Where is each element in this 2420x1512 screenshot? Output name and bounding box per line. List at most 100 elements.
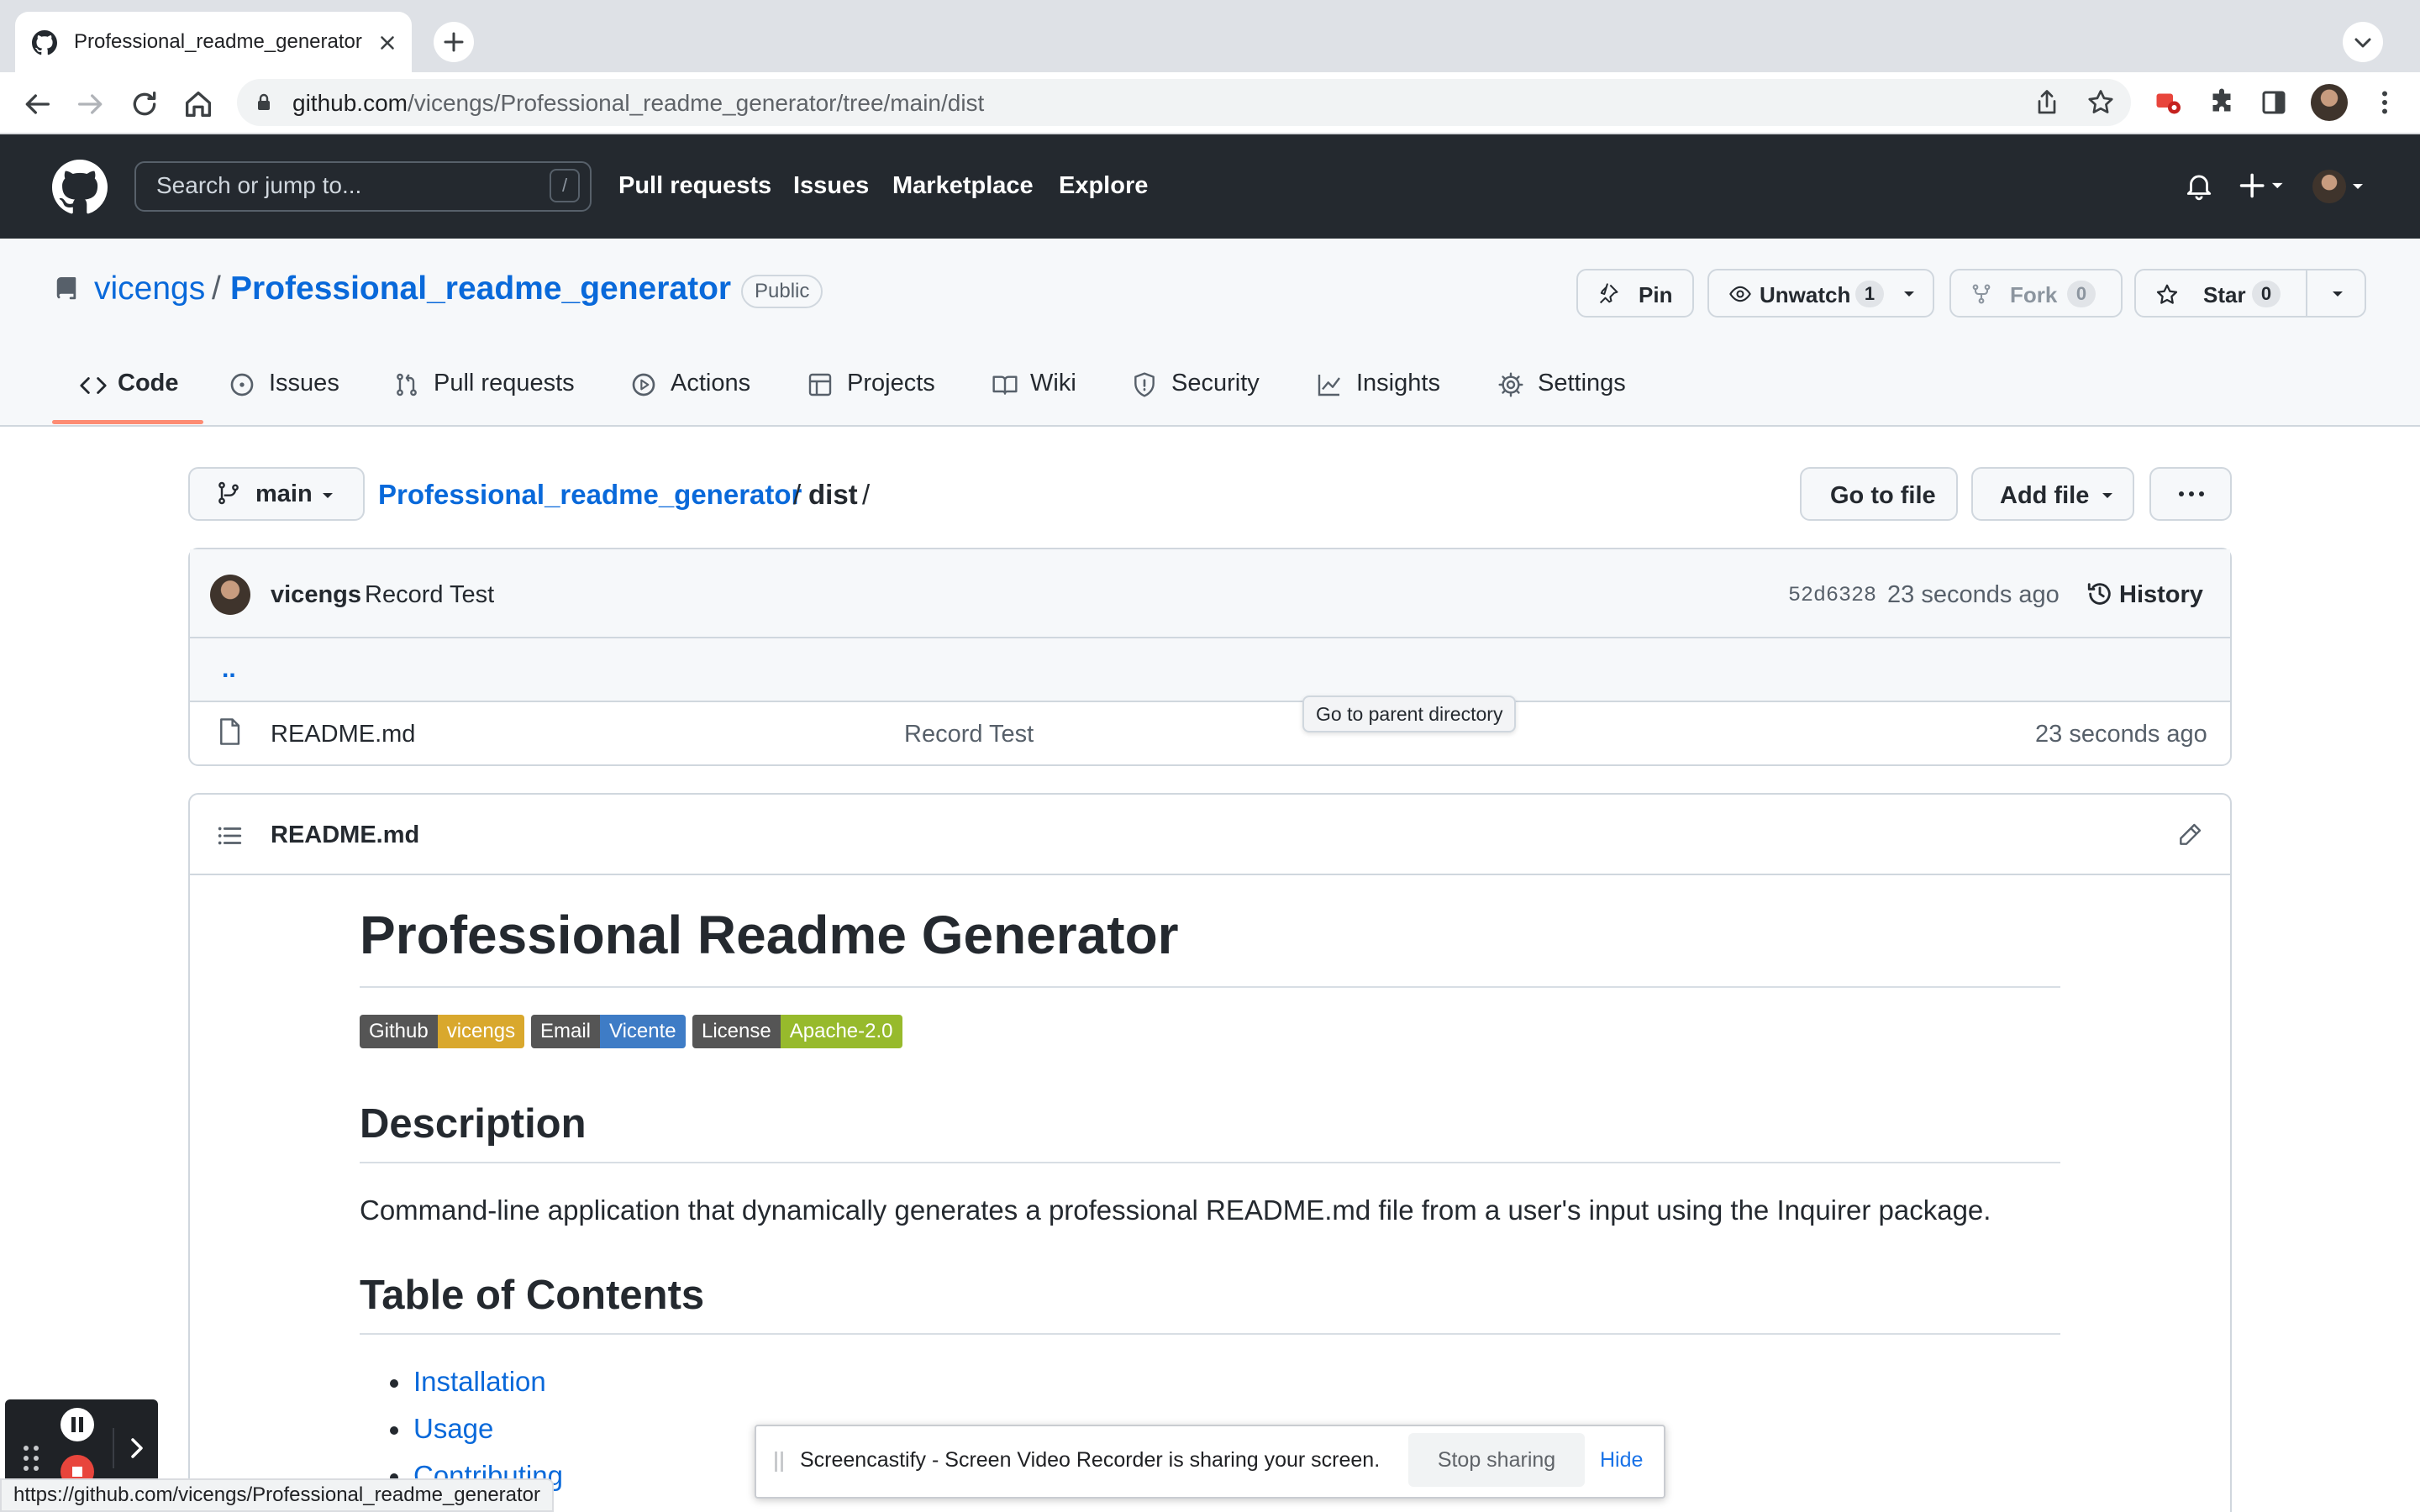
tab-insights-label: Insights [1356, 370, 1440, 396]
new-tab-icon[interactable] [434, 22, 474, 62]
screencastify-extension-icon[interactable] [2153, 87, 2183, 118]
email-badge[interactable]: Email Vicente [531, 1015, 686, 1048]
nav-marketplace[interactable]: Marketplace [892, 172, 1034, 200]
commit-message[interactable]: Record Test [365, 581, 494, 609]
chevron-right-icon[interactable] [113, 1428, 156, 1468]
extensions-puzzle-icon[interactable] [2207, 87, 2237, 118]
parent-directory-link[interactable]: .. [222, 655, 236, 684]
create-new-plus-icon[interactable] [2238, 170, 2292, 202]
heading-rule [360, 986, 2060, 988]
history-link[interactable]: History [2119, 581, 2203, 609]
repo-name-link[interactable]: Professional_readme_generator [230, 270, 731, 307]
stop-recording-icon[interactable] [59, 1453, 96, 1478]
notifications-bell-icon[interactable] [2183, 170, 2215, 202]
status-bar-url: https://github.com/vicengs/Professional_… [0, 1478, 555, 1512]
file-commit-time: 23 seconds ago [2035, 721, 2207, 748]
share-bar-drag-icon[interactable] [773, 1450, 785, 1473]
repo-icon [54, 277, 79, 302]
browser-tab-title: Professional_readme_generator [74, 30, 362, 53]
readme-title: Professional Readme Generator [360, 905, 1179, 965]
stop-sharing-button[interactable]: Stop sharing [1408, 1433, 1585, 1487]
tab-code-label: Code [118, 370, 179, 396]
home-icon[interactable] [182, 87, 215, 121]
user-avatar-menu[interactable] [2312, 170, 2346, 203]
user-menu-caret-icon[interactable] [2349, 180, 2366, 193]
wiki-book-icon [992, 371, 1018, 398]
fork-button[interactable]: Fork 0 [1949, 269, 2123, 318]
pin-button[interactable]: Pin [1576, 269, 1694, 318]
visibility-badge: Public [741, 275, 823, 308]
watch-label: Unwatch [1760, 282, 1851, 307]
address-text[interactable]: github.com/vicengs/Professional_readme_g… [292, 90, 984, 117]
reload-icon[interactable] [128, 87, 161, 121]
browser-menu-icon[interactable] [2370, 87, 2400, 118]
nav-issues[interactable]: Issues [793, 172, 869, 200]
badge-key: Github [360, 1015, 438, 1048]
commit-sha[interactable]: 52d6328 [1788, 583, 1876, 607]
commit-time: 23 seconds ago [1887, 581, 2060, 608]
breadcrumb-current-dir: dist [808, 479, 858, 510]
hide-button[interactable]: Hide [1600, 1448, 1643, 1473]
code-icon [79, 371, 108, 400]
tab-actions-label: Actions [671, 370, 751, 396]
github-badge[interactable]: Github vicengs [360, 1015, 525, 1048]
parent-directory-row[interactable] [190, 638, 2230, 702]
fork-count: 0 [2067, 281, 2096, 307]
nav-pull-requests[interactable]: Pull requests [618, 172, 771, 200]
star-caret-icon [2329, 287, 2346, 301]
github-favicon-icon [32, 30, 57, 55]
sharing-message: Screencastify - Screen Video Recorder is… [800, 1448, 1381, 1472]
tooltip: Go to parent directory [1302, 696, 1517, 732]
github-logo-icon[interactable] [52, 160, 108, 215]
file-commit-message[interactable]: Record Test [904, 721, 1034, 748]
commit-author[interactable]: vicengs [271, 581, 361, 609]
branch-name: main [255, 480, 313, 507]
watch-button[interactable]: Unwatch 1 [1707, 269, 1934, 318]
side-panel-icon[interactable] [2259, 87, 2289, 118]
file-name-link[interactable]: README.md [271, 721, 415, 748]
branch-caret-icon [319, 489, 336, 502]
repo-owner-link[interactable]: vicengs [94, 270, 205, 307]
forward-icon[interactable] [74, 87, 108, 121]
tab-pull-requests-label: Pull requests [434, 370, 575, 396]
star-count: 0 [2252, 281, 2281, 307]
toc-link-usage[interactable]: Usage [413, 1413, 493, 1445]
badge-value: Vicente [600, 1015, 686, 1048]
pause-recording-icon[interactable] [59, 1406, 96, 1443]
badge-key: License [692, 1015, 781, 1048]
license-badge[interactable]: License Apache-2.0 [692, 1015, 902, 1048]
fork-icon [1970, 282, 1993, 306]
browser-profile-avatar[interactable] [2311, 84, 2348, 121]
star-button[interactable]: Star 0 [2134, 269, 2307, 318]
badge-key: Email [531, 1015, 601, 1048]
lock-icon[interactable] [254, 92, 274, 113]
readme-header [190, 795, 2230, 875]
tab-issues-label: Issues [269, 370, 339, 396]
more-options-button[interactable] [2149, 467, 2232, 521]
edit-pencil-icon[interactable] [2176, 822, 2203, 848]
toc-link-installation[interactable]: Installation [413, 1366, 546, 1398]
star-icon [2154, 282, 2180, 307]
share-page-icon[interactable] [2032, 87, 2062, 118]
go-to-file-label: Go to file [1830, 482, 1936, 509]
gear-icon [1497, 371, 1524, 398]
star-list-dropdown[interactable] [2306, 269, 2366, 318]
breadcrumb-repo-link[interactable]: Professional_readme_generator [378, 479, 802, 511]
go-to-file-button[interactable]: Go to file [1800, 467, 1958, 521]
nav-explore[interactable]: Explore [1059, 172, 1148, 200]
commit-author-avatar[interactable] [210, 575, 250, 615]
tab-settings-label: Settings [1538, 370, 1626, 396]
projects-table-icon [807, 371, 834, 398]
badge-value: Apache-2.0 [780, 1015, 902, 1048]
history-icon[interactable] [2086, 580, 2114, 608]
drag-handle-icon[interactable] [20, 1441, 42, 1475]
back-icon[interactable] [20, 87, 54, 121]
tab-search-icon[interactable] [2343, 22, 2383, 62]
search-placeholder: Search or jump to... [156, 172, 362, 198]
issue-opened-icon [229, 371, 255, 398]
list-unordered-icon[interactable] [215, 822, 244, 850]
url-domain: github.com [292, 90, 408, 116]
add-file-button[interactable]: Add file [1971, 467, 2134, 521]
close-tab-icon[interactable] [376, 32, 398, 54]
bookmark-star-icon[interactable] [2086, 87, 2116, 118]
